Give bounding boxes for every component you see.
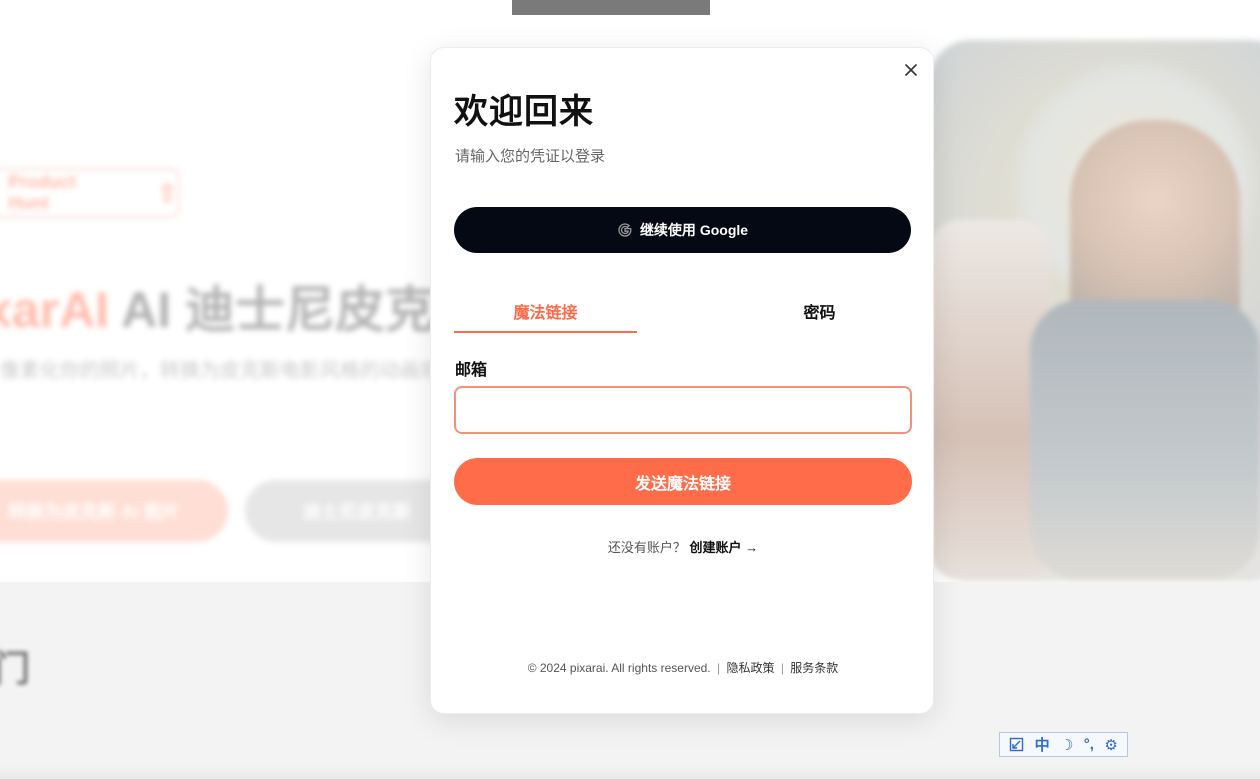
auth-tabs: 魔法链接 密码 [454,291,911,333]
signup-row: 还没有账户？ 创建账户 → [431,537,935,556]
modal-title: 欢迎回来 [454,93,594,131]
email-label: 邮箱 [455,362,488,379]
create-account-link[interactable]: 创建账户 → [690,540,759,555]
create-account-label: 创建账户 [689,540,742,555]
product-hunt-badge: Product Hunt ⇧ [0,168,180,218]
footer-separator: | [716,661,721,675]
tab-password[interactable]: 密码 [728,291,911,331]
section-heading: 门 [0,648,31,689]
close-icon [905,64,917,76]
google-signin-label: 继续使用 Google [639,222,749,238]
ime-expand-icon-glyph [1009,737,1024,752]
login-modal: 欢迎回来 请输入您的凭证以登录 继续使用 Google 魔法链接 密码 邮箱 发… [430,47,934,714]
top-bar [512,0,710,15]
badge-label: Product Hunt [8,172,77,213]
footer-separator: | [780,661,784,675]
hero-subtitle: 像素化你的照片，转换为皮克斯电影风格的动画效果！ [0,360,480,382]
modal-subtitle: 请输入您的凭证以登录 [455,148,606,165]
send-magic-link-button[interactable]: 发送魔法链接 [454,458,912,505]
ime-toolbar: 中 ☽ °, ⚙ [999,732,1128,757]
hero-artwork-character-body [1030,300,1260,580]
ime-settings-icon[interactable]: ⚙ [1104,736,1117,754]
tab-magic-link[interactable]: 魔法链接 [454,291,637,333]
ime-mode-toggle[interactable]: 中 [1035,734,1050,755]
hero-title-rest: AI 迪士尼皮克斯 [109,282,486,338]
bottom-shade [0,765,1260,779]
hero-primary-button: 转换为皮克斯 AI 图片 [0,480,228,542]
terms-of-service-link[interactable]: 服务条款 [790,661,838,675]
privacy-policy-link[interactable]: 隐私政策 [726,661,774,675]
copyright-text: © 2024 pixarai. All rights reserved. [527,661,711,675]
signup-prompt: 还没有账户？ [607,540,686,555]
hero-title: xarAI AI 迪士尼皮克斯 [0,270,485,342]
google-signin-button[interactable]: 继续使用 Google [454,207,911,253]
google-icon [618,223,632,237]
hero-brand: xarAI [0,282,110,338]
close-button[interactable] [901,60,921,80]
modal-footer: © 2024 pixarai. All rights reserved. | 隐… [431,659,935,676]
arrow-right-icon: → [745,540,759,555]
email-field[interactable] [454,386,912,434]
ime-moon-icon[interactable]: ☽ [1060,736,1073,754]
ime-expand-icon[interactable] [1009,737,1024,752]
ime-punctuation-icon[interactable]: °, [1084,736,1094,753]
upvote-arrow-icon: ⇧ [156,177,178,208]
